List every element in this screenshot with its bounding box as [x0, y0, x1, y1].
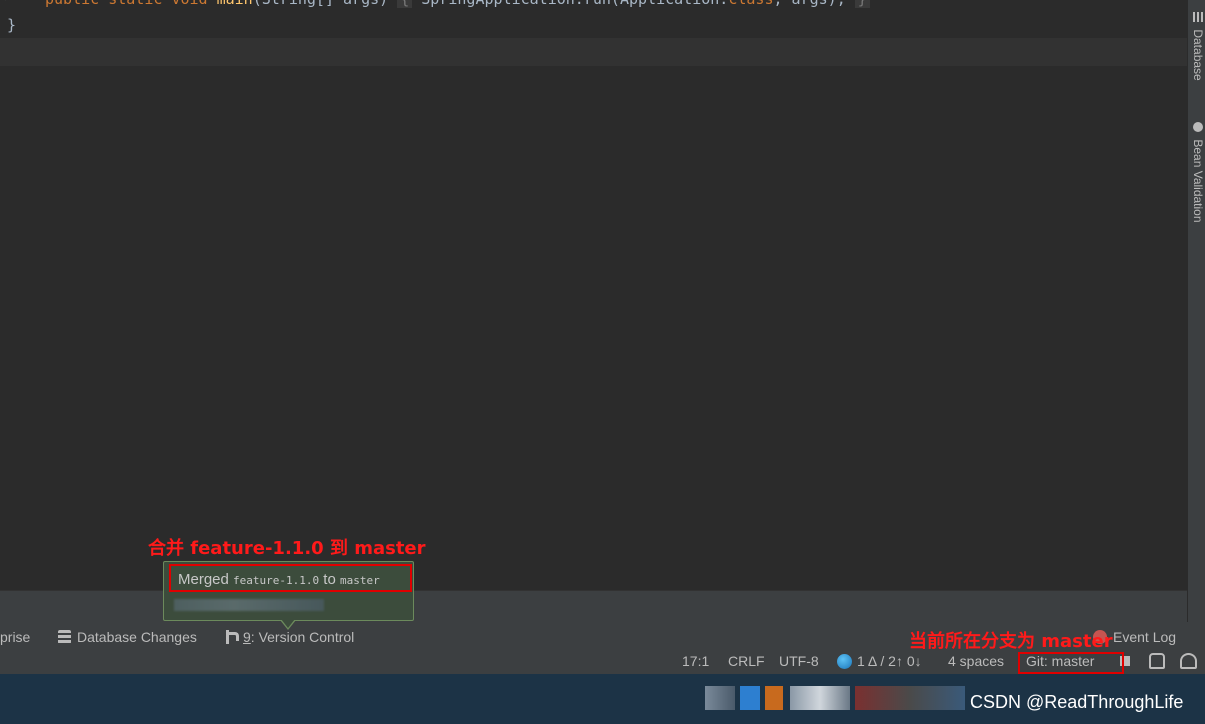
current-line-highlight [0, 38, 1187, 66]
caret-position[interactable]: 17:1 [682, 653, 709, 669]
bean-validation-tab-label: Bean Validation [1191, 139, 1205, 223]
merge-annotation: 合并 feature-1.1.0 到 master [148, 538, 426, 559]
line-separator-widget[interactable]: CRLF [728, 653, 765, 669]
encoding-widget[interactable]: UTF-8 [779, 653, 819, 669]
database-tool-tab[interactable]: Database [1189, 12, 1205, 81]
call-args: , args); [773, 0, 845, 8]
bean-validation-tool-tab[interactable]: Bean Validation [1189, 122, 1205, 223]
keyword-static: static [108, 0, 162, 8]
blurred-taskbar-icon [765, 686, 783, 710]
method-call: SpringApplication.run(Application. [421, 0, 728, 8]
blurred-taskbar-icon [705, 686, 735, 710]
database-tab-label: Database [1191, 29, 1205, 81]
notification-tail-inner [281, 619, 295, 628]
tool-tab-enterprise[interactable]: prise [0, 629, 30, 645]
version-control-icon [224, 630, 239, 644]
database-icon [1193, 12, 1203, 22]
keyword-public: public [45, 0, 99, 8]
folded-brace-open: { [397, 0, 413, 8]
fold-marker-icon[interactable]: ▸ [4, 0, 11, 4]
version-control-shortcut: 9 [243, 629, 251, 645]
folded-brace-close: } [854, 0, 870, 8]
memory-indicator-icon[interactable] [1180, 653, 1197, 669]
blurred-taskbar-icon [790, 686, 850, 710]
blurred-taskbar-icon [855, 686, 965, 710]
vcs-globe-icon [837, 653, 852, 669]
enterprise-label: prise [0, 629, 31, 645]
keyword-class: class [728, 0, 773, 8]
tool-tab-database-changes[interactable]: Database Changes [58, 629, 197, 645]
vcs-changes-widget[interactable]: 1 Δ / 2↑ 0↓ [837, 653, 922, 669]
tool-tab-version-control[interactable]: 9: Version Control [224, 629, 354, 645]
blurred-notification-detail [174, 599, 324, 611]
method-params: (String[] args) [253, 0, 388, 8]
blurred-taskbar-icon [740, 686, 760, 710]
csdn-watermark: CSDN @ReadThroughLife [970, 692, 1184, 712]
code-line-closing[interactable]: } [0, 14, 1187, 38]
database-changes-label: Database Changes [77, 629, 197, 645]
code-editor[interactable]: ▸ public static void main(String[] args)… [0, 0, 1187, 590]
vcs-changes-count: 1 Δ / 2↑ 0↓ [857, 653, 922, 669]
right-tool-strip: Database Bean Validation [1187, 0, 1205, 622]
code-line-main[interactable]: ▸ public static void main(String[] args)… [0, 0, 1187, 10]
keyword-void: void [171, 0, 207, 8]
inspector-icon[interactable] [1149, 653, 1165, 669]
version-control-label: : Version Control [250, 629, 355, 645]
bean-validation-icon [1193, 122, 1203, 132]
closing-brace: } [7, 16, 17, 34]
database-changes-icon [58, 630, 71, 644]
branch-highlight-box [1018, 652, 1124, 674]
indent-widget[interactable]: 4 spaces [948, 653, 1004, 669]
branch-annotation: 当前所在分支为 master [909, 631, 1113, 652]
merge-highlight-box [169, 564, 412, 592]
event-log-label: Event Log [1113, 629, 1177, 645]
method-name: main [217, 0, 253, 8]
